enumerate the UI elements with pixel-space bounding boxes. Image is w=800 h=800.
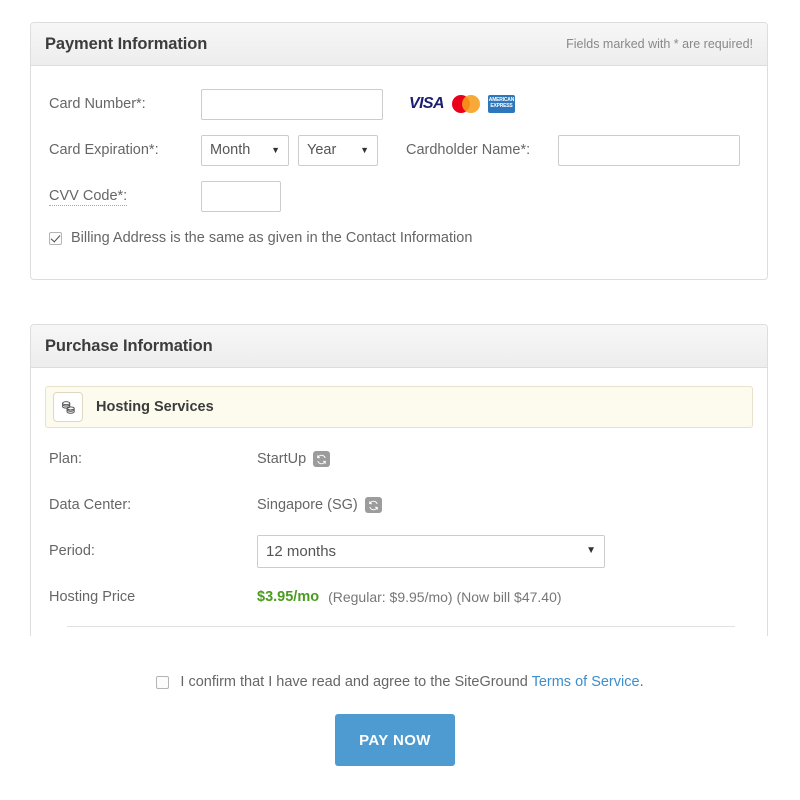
checkout-page: Payment Information Fields marked with *… <box>0 0 800 800</box>
terms-label: I confirm that I have read and agree to … <box>180 674 643 690</box>
period-row: Period: 12 months ▼ <box>49 534 751 568</box>
hosting-services-title: Hosting Services <box>96 399 214 415</box>
purchase-divider <box>67 626 735 627</box>
hosting-services-bar: Hosting Services <box>45 386 753 428</box>
coins-stack-icon <box>53 392 83 422</box>
data-center-value-cell: Singapore (SG) <box>257 497 382 513</box>
terms-checkbox[interactable] <box>156 675 170 689</box>
cardholder-name-label: Cardholder Name*: <box>406 142 531 158</box>
hosting-price-details: (Regular: $9.95/mo) (Now bill $47.40) <box>328 589 562 605</box>
hosting-price-label: Hosting Price <box>49 589 136 605</box>
purchase-panel-header: Purchase Information <box>31 325 767 368</box>
payment-information-panel: Payment Information Fields marked with *… <box>30 22 768 280</box>
purchase-details: Plan: StartUp Data Center: Singapore (SG… <box>31 428 767 627</box>
billing-address-label: Billing Address is the same as given in … <box>71 230 473 246</box>
expiration-year-select[interactable]: Year ▼ <box>298 134 378 166</box>
data-center-row: Data Center: Singapore (SG) <box>49 488 751 522</box>
payment-panel-body: Card Number*: VISA AMERICAN EXPRESS Card … <box>31 66 767 266</box>
plan-value-cell: StartUp <box>257 451 331 467</box>
data-center-label: Data Center: <box>49 497 132 513</box>
expiration-month-value: Month <box>210 142 251 158</box>
plan-value: StartUp <box>257 451 307 467</box>
payment-panel-header: Payment Information Fields marked with *… <box>31 23 767 66</box>
page-title: Payment Information <box>45 34 208 53</box>
plan-label: Plan: <box>49 451 83 467</box>
cvv-input[interactable] <box>201 180 281 212</box>
terms-of-service-link[interactable]: Terms of Service <box>532 674 640 690</box>
card-expiration-row: Card Expiration*: Month ▼ Year ▼ Cardhol… <box>49 134 751 166</box>
chevron-down-icon: ▼ <box>586 545 596 556</box>
terms-text-after: . <box>639 674 644 690</box>
billing-address-row[interactable]: Billing Address is the same as given in … <box>49 230 751 266</box>
change-plan-refresh-icon[interactable] <box>313 451 331 467</box>
period-label: Period: <box>49 543 95 559</box>
terms-row: I confirm that I have read and agree to … <box>0 674 800 690</box>
period-select[interactable]: 12 months ▼ <box>257 534 605 568</box>
data-center-value: Singapore (SG) <box>257 497 358 513</box>
chevron-down-icon: ▼ <box>360 144 369 155</box>
accepted-card-brands: VISA AMERICAN EXPRESS <box>409 95 515 113</box>
cardholder-name-input[interactable] <box>558 134 740 166</box>
mastercard-icon <box>451 95 480 113</box>
change-data-center-refresh-icon[interactable] <box>364 497 382 513</box>
cvv-code-label: CVV Code*: <box>49 187 128 206</box>
cvv-row: CVV Code*: <box>49 180 751 212</box>
card-expiration-label: Card Expiration*: <box>49 142 159 158</box>
pay-now-button[interactable]: PAY NOW <box>335 714 455 766</box>
required-fields-note: Fields marked with * are required! <box>566 37 753 51</box>
billing-address-checkbox[interactable] <box>49 231 62 245</box>
amex-icon: AMERICAN EXPRESS <box>487 95 515 113</box>
expiration-year-value: Year <box>307 142 337 158</box>
plan-row: Plan: StartUp <box>49 442 751 476</box>
card-number-row: Card Number*: VISA AMERICAN EXPRESS <box>49 88 751 120</box>
purchase-information-panel: Purchase Information Hosting Services Pl… <box>30 324 768 636</box>
card-number-label: Card Number*: <box>49 96 146 112</box>
hosting-price-amount: $3.95/mo <box>257 589 320 605</box>
chevron-down-icon: ▼ <box>271 144 280 155</box>
period-value: 12 months <box>266 542 337 560</box>
expiration-month-select[interactable]: Month ▼ <box>201 134 289 166</box>
visa-icon: VISA <box>409 95 445 112</box>
terms-text-before: I confirm that I have read and agree to … <box>180 674 532 690</box>
cvv-label-cell: CVV Code*: <box>49 187 201 206</box>
card-number-input[interactable] <box>201 88 383 120</box>
hosting-price-value-cell: $3.95/mo (Regular: $9.95/mo) (Now bill $… <box>257 589 562 605</box>
hosting-price-row: Hosting Price $3.95/mo (Regular: $9.95/m… <box>49 580 751 614</box>
purchase-panel-title: Purchase Information <box>45 336 213 355</box>
